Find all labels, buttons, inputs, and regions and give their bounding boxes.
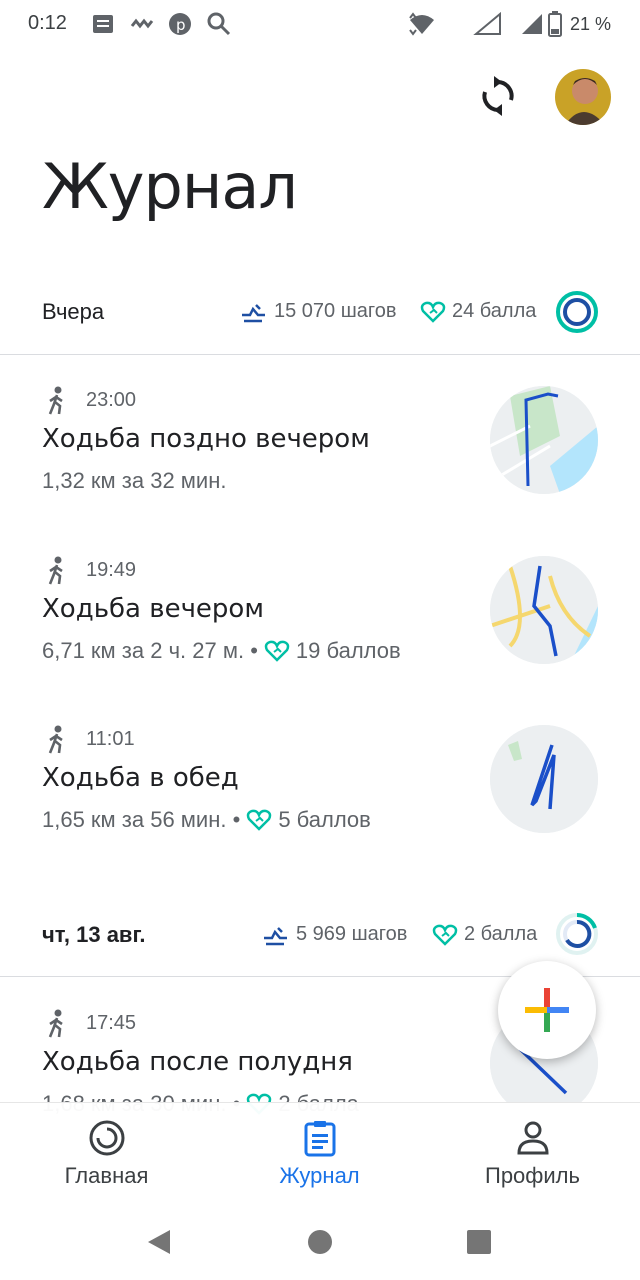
activity-time: 19:49 xyxy=(86,559,137,581)
points-count: 24 балла xyxy=(452,300,537,322)
walk-icon xyxy=(48,386,63,415)
nav-journal-label: Журнал xyxy=(279,1163,360,1188)
day-label: чт, 13 авг. xyxy=(42,922,146,947)
route-map-thumbnail xyxy=(490,725,598,833)
wifi-icon xyxy=(409,12,434,36)
profile-icon xyxy=(517,1121,549,1155)
day-points: 2 балла xyxy=(432,923,537,946)
battery-percent: 21 % xyxy=(570,14,612,34)
daily-goal-ring[interactable] xyxy=(555,912,599,956)
avatar[interactable] xyxy=(555,69,611,125)
heart-points-icon xyxy=(432,924,458,946)
activity-title: Ходьба после полудня xyxy=(42,1047,353,1077)
activity-points: 5 баллов xyxy=(278,807,371,832)
heart-points-icon xyxy=(247,809,272,831)
journal-icon xyxy=(304,1121,336,1157)
signal-icon xyxy=(522,14,542,34)
day-steps: 5 969 шагов xyxy=(262,923,407,946)
activity-title: Ходьба вечером xyxy=(42,594,264,624)
nav-home[interactable]: Главная xyxy=(0,1103,213,1203)
route-map-thumbnail xyxy=(490,386,598,494)
activity-title: Ходьба поздно вечером xyxy=(42,424,370,454)
activity-points: 19 баллов xyxy=(295,638,401,663)
nav-journal[interactable]: Журнал xyxy=(213,1103,426,1203)
activity-summary: 1,65 км за 56 мин. • xyxy=(42,807,241,832)
day-points: 24 балла xyxy=(420,300,536,323)
nav-profile-label: Профиль xyxy=(485,1163,580,1188)
activity-time: 17:45 xyxy=(86,1012,137,1034)
status-time: 0:12 xyxy=(28,12,67,34)
walk-icon xyxy=(48,556,63,585)
search-icon xyxy=(207,12,231,36)
heart-points-icon xyxy=(420,301,446,323)
home-ring-icon xyxy=(89,1120,125,1156)
back-icon[interactable] xyxy=(146,1228,172,1256)
recents-icon[interactable] xyxy=(466,1229,492,1255)
activity-summary: 6,71 км за 2 ч. 27 м. • xyxy=(42,638,258,663)
system-navigation-bar xyxy=(0,1202,640,1280)
battery-icon xyxy=(548,11,562,37)
activity-card[interactable]: 19:49 Ходьба вечером 6,71 км за 2 ч. 27 … xyxy=(0,540,640,690)
walk-icon xyxy=(48,725,63,754)
status-bar: 0:12 p 21 % xyxy=(0,0,640,50)
voicemail-icon xyxy=(130,18,154,29)
bottom-navigation: Главная Журнал Профиль xyxy=(0,1102,640,1203)
home-icon[interactable] xyxy=(307,1229,333,1255)
activity-card[interactable]: 23:00 Ходьба поздно вечером 1,32 км за 3… xyxy=(0,370,640,520)
message-icon xyxy=(93,15,113,33)
steps-count: 15 070 шагов xyxy=(274,300,397,322)
activity-title: Ходьба в обед xyxy=(42,763,239,793)
walk-icon xyxy=(48,1009,63,1038)
activity-summary: 1,32 км за 32 мин. xyxy=(42,468,227,493)
add-activity-button[interactable] xyxy=(498,961,596,1059)
signal-empty-icon xyxy=(473,12,501,35)
steps-count: 5 969 шагов xyxy=(296,923,408,945)
page-title: Журнал xyxy=(42,150,298,223)
activity-card[interactable]: 11:01 Ходьба в обед 1,65 км за 56 мин. •… xyxy=(0,709,640,859)
activity-time: 11:01 xyxy=(86,728,135,750)
svg-text:p: p xyxy=(176,16,186,34)
plus-icon xyxy=(525,988,569,1032)
points-count: 2 балла xyxy=(464,923,538,945)
nav-profile[interactable]: Профиль xyxy=(426,1103,639,1203)
nav-home-label: Главная xyxy=(64,1163,149,1188)
sync-icon[interactable] xyxy=(476,74,520,118)
day-steps: 15 070 шагов xyxy=(240,300,397,323)
steps-icon xyxy=(264,926,287,945)
heart-points-icon xyxy=(264,640,290,662)
daily-goal-ring[interactable] xyxy=(555,290,599,334)
route-map-thumbnail xyxy=(490,556,598,664)
day-label: Вчера xyxy=(42,299,105,324)
activity-time: 23:00 xyxy=(86,389,137,411)
steps-icon xyxy=(242,303,265,322)
pinterest-icon: p xyxy=(169,13,191,35)
divider xyxy=(0,354,640,355)
